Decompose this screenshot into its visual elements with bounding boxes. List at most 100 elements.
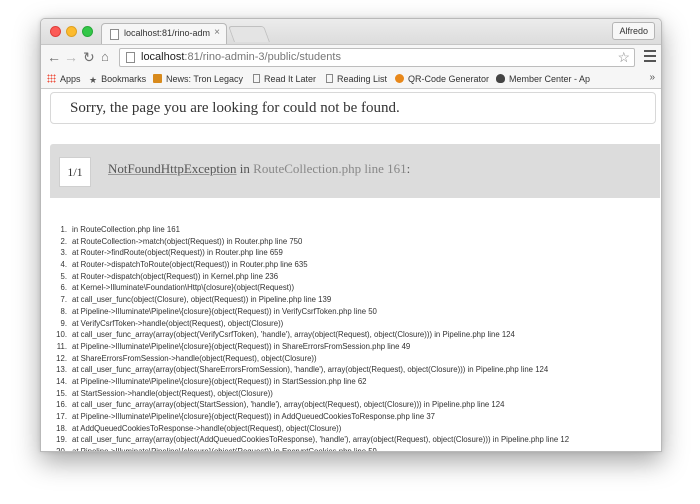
bookmark-label: QR-Code Generator	[408, 74, 490, 84]
browser-window: localhost:81/rino-admin-3 × Alfredo ← → …	[40, 18, 662, 452]
apps-grid-icon	[47, 74, 56, 83]
trace-line-text: at Router->dispatch(object(Request)) in …	[72, 271, 279, 281]
bookmark-apps[interactable]: Apps	[47, 74, 81, 84]
exception-file: RouteCollection.php line 161	[253, 161, 407, 176]
url-host: localhost	[141, 51, 185, 63]
page-icon	[326, 74, 333, 83]
close-window-button[interactable]	[50, 26, 61, 37]
bookmark-bookmarks[interactable]: ★ Bookmarks	[89, 74, 147, 85]
exception-title: NotFoundHttpException in RouteCollection…	[108, 161, 410, 177]
bookmark-news[interactable]: News: Tron Legacy	[153, 74, 243, 84]
trace-line-number: 20.	[56, 447, 67, 452]
trace-line: 3. at Router->findRoute(object(Request)) …	[51, 247, 661, 259]
hamburger-menu-icon[interactable]	[644, 50, 656, 62]
forward-arrow-icon[interactable]: →	[64, 49, 78, 65]
trace-line-number: 10.	[56, 330, 67, 340]
trace-line-number: 8.	[60, 306, 67, 316]
not-found-box: Sorry, the page you are looking for coul…	[50, 92, 656, 124]
page-favicon-icon	[110, 29, 119, 40]
page-icon	[126, 52, 135, 63]
address-bar[interactable]: localhost:81/rino-admin-3/public/student…	[119, 48, 635, 67]
trace-line-number: 11.	[56, 341, 67, 351]
trace-line-text: at call_user_func_array(array(object(Ver…	[72, 330, 515, 340]
tab-title: localhost:81/rino-admin-3	[124, 28, 210, 38]
bookmark-label: Member Center - Ap	[509, 74, 591, 84]
trace-line-number: 17.	[56, 412, 67, 421]
trace-line-number: 19.	[56, 435, 67, 445]
trace-line: 2. at RouteCollection->match(object(Reque…	[51, 236, 661, 248]
trace-line-text: at Kernel->Illuminate\Foundation\Http\{c…	[72, 283, 295, 293]
trace-line-number: 18.	[56, 423, 67, 433]
trace-line: 13. at call_user_func_array(array(object(…	[51, 364, 661, 376]
trace-line-text: at Pipeline->Illuminate\Pipeline\{closur…	[72, 341, 411, 351]
bookmark-label: Read It Later	[264, 74, 317, 84]
bookmark-label: News: Tron Legacy	[166, 74, 244, 84]
bookmark-member-center[interactable]: Member Center - Ap	[496, 74, 590, 84]
trace-line: 20. at Pipeline->Illuminate\Pipeline\{clo…	[51, 446, 661, 452]
trace-line: 12. at ShareErrorsFromSession->handle(obj…	[51, 353, 661, 365]
tab-close-icon[interactable]: ×	[214, 27, 220, 38]
url-path: :81/rino-admin-3/public/students	[184, 51, 341, 63]
trace-line: 17. at Pipeline->Illuminate\Pipeline\{clo…	[51, 411, 661, 423]
trace-line-number: 13.	[56, 365, 67, 375]
trace-line-text: at RouteCollection->match(object(Request…	[72, 236, 303, 246]
trace-line-text: at Pipeline->Illuminate\Pipeline\{closur…	[72, 376, 367, 386]
trace-line-number: 15.	[56, 388, 67, 398]
title-bar: localhost:81/rino-admin-3 × Alfredo	[41, 19, 661, 44]
new-tab-button[interactable]	[228, 26, 270, 42]
browser-toolbar: ← → ↻ ⌂ localhost:81/rino-admin-3/public…	[41, 44, 661, 70]
trace-line-number: 16.	[56, 400, 67, 410]
trace-line: 5. at Router->dispatch(object(Request)) i…	[51, 271, 661, 283]
exception-in: in	[236, 161, 254, 176]
trace-line-number: 6.	[60, 283, 67, 293]
trace-line: 8. at Pipeline->Illuminate\Pipeline\{clos…	[51, 306, 661, 318]
trace-line-text: at VerifyCsrfToken->handle(object(Reques…	[72, 318, 284, 328]
exception-colon: :	[406, 161, 411, 176]
trace-line-number: 4.	[60, 260, 67, 270]
bookmark-reading-list[interactable]: Reading List	[326, 74, 387, 84]
trace-line: 4. at Router->dispatchToRoute(object(Requ…	[51, 259, 661, 271]
trace-line-text: in RouteCollection.php line 161	[72, 225, 180, 234]
maximize-window-button[interactable]	[82, 26, 93, 37]
bookmarks-overflow-button[interactable]: »	[649, 72, 655, 83]
trace-line-text: at Router->findRoute(object(Request)) in…	[72, 248, 283, 258]
reload-icon[interactable]: ↻	[83, 49, 95, 65]
trace-line: 11. at Pipeline->Illuminate\Pipeline\{clo…	[51, 341, 661, 353]
trace-line-number: 5.	[60, 271, 67, 281]
profile-button[interactable]: Alfredo	[612, 22, 655, 40]
bookmark-read-it-later[interactable]: Read It Later	[253, 74, 316, 84]
active-tab[interactable]: localhost:81/rino-admin-3 ×	[101, 23, 227, 44]
not-found-message: Sorry, the page you are looking for coul…	[70, 100, 400, 116]
trace-line-text: at call_user_func_array(array(object(Sha…	[72, 365, 549, 375]
minimize-window-button[interactable]	[66, 26, 77, 37]
trace-line: 9. at VerifyCsrfToken->handle(object(Requ…	[51, 318, 661, 330]
back-arrow-icon[interactable]: ←	[47, 49, 61, 65]
trace-line-text: at call_user_func_array(array(object(Add…	[72, 435, 570, 445]
trace-line-text: at ShareErrorsFromSession->handle(object…	[72, 353, 317, 363]
trace-line-text: at Router->dispatchToRoute(object(Reques…	[72, 260, 308, 270]
trace-line: 14. at Pipeline->Illuminate\Pipeline\{clo…	[51, 376, 661, 388]
bookmark-label: Apps	[60, 74, 81, 84]
trace-line: 7. at call_user_func(object(Closure), obj…	[51, 294, 661, 306]
home-icon[interactable]: ⌂	[101, 49, 109, 65]
trace-line: 1. in RouteCollection.php line 161	[51, 224, 661, 236]
trace-line: 10. at call_user_func_array(array(object(…	[51, 329, 661, 341]
exception-class: NotFoundHttpException	[108, 161, 237, 176]
page-icon	[253, 74, 260, 83]
trace-line-number: 1.	[60, 225, 67, 234]
apple-icon	[496, 74, 505, 83]
bookmark-label: Reading List	[337, 74, 388, 84]
bookmark-qr-code[interactable]: QR-Code Generator	[395, 74, 489, 84]
trace-line-text: at AddQueuedCookiesToResponse->handle(ob…	[72, 423, 342, 433]
url-text[interactable]: localhost:81/rino-admin-3/public/student…	[141, 51, 341, 63]
bookmark-label: Bookmarks	[101, 74, 147, 84]
trace-line-text: at call_user_func(object(Closure), objec…	[72, 295, 332, 305]
trace-line-number: 2.	[60, 236, 67, 246]
trace-line-text: at StartSession->handle(object(Request),…	[72, 388, 273, 398]
qr-site-icon	[395, 74, 404, 83]
trace-line-number: 3.	[60, 248, 67, 258]
trace-line-text: at Pipeline->Illuminate\Pipeline\{closur…	[72, 412, 435, 421]
trace-line: 18. at AddQueuedCookiesToResponse->handle…	[51, 423, 661, 435]
star-icon[interactable]: ☆	[617, 49, 630, 66]
trace-line-text: at Pipeline->Illuminate\Pipeline\{closur…	[72, 447, 377, 452]
